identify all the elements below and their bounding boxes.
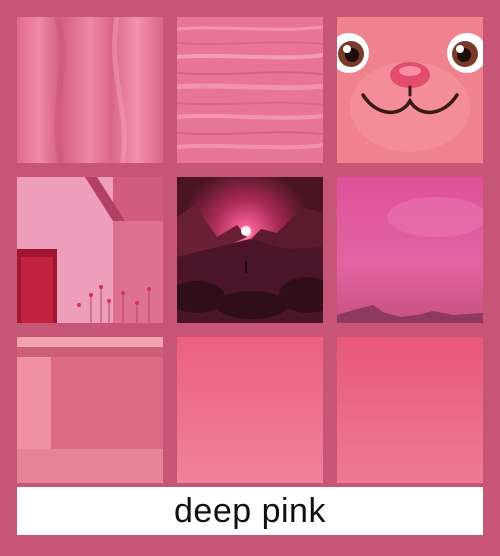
tile-pink-cartoon-face (337, 17, 483, 163)
silk-fabric-image (17, 17, 163, 163)
rounded-box-image (17, 337, 163, 483)
pink-sky-image (337, 177, 483, 323)
brushstroke-texture-image (177, 17, 323, 163)
tile-pink-brushstroke-texture (177, 17, 323, 163)
tile-pink-house-with-red-door (17, 177, 163, 323)
gradient-swatch-image (177, 337, 323, 483)
red-door (21, 257, 53, 323)
color-moodboard: deep pink (0, 0, 500, 556)
tile-pink-gradient-swatch-2 (337, 337, 483, 483)
tile-pink-silk-fabric (17, 17, 163, 163)
cartoon-face-image (337, 17, 483, 163)
sunset-valley-image (177, 177, 323, 323)
house-image (17, 177, 163, 323)
person-silhouette (245, 261, 247, 273)
tile-pink-sky-with-hills (337, 177, 483, 323)
tile-pink-sunset-mountain-valley (177, 177, 323, 323)
gradient-swatch-image (337, 337, 483, 483)
caption-bar: deep pink (17, 487, 483, 535)
tile-pink-rounded-box-closeup (17, 337, 163, 483)
caption-text: deep pink (174, 491, 326, 530)
tile-pink-gradient-swatch-1 (177, 337, 323, 483)
